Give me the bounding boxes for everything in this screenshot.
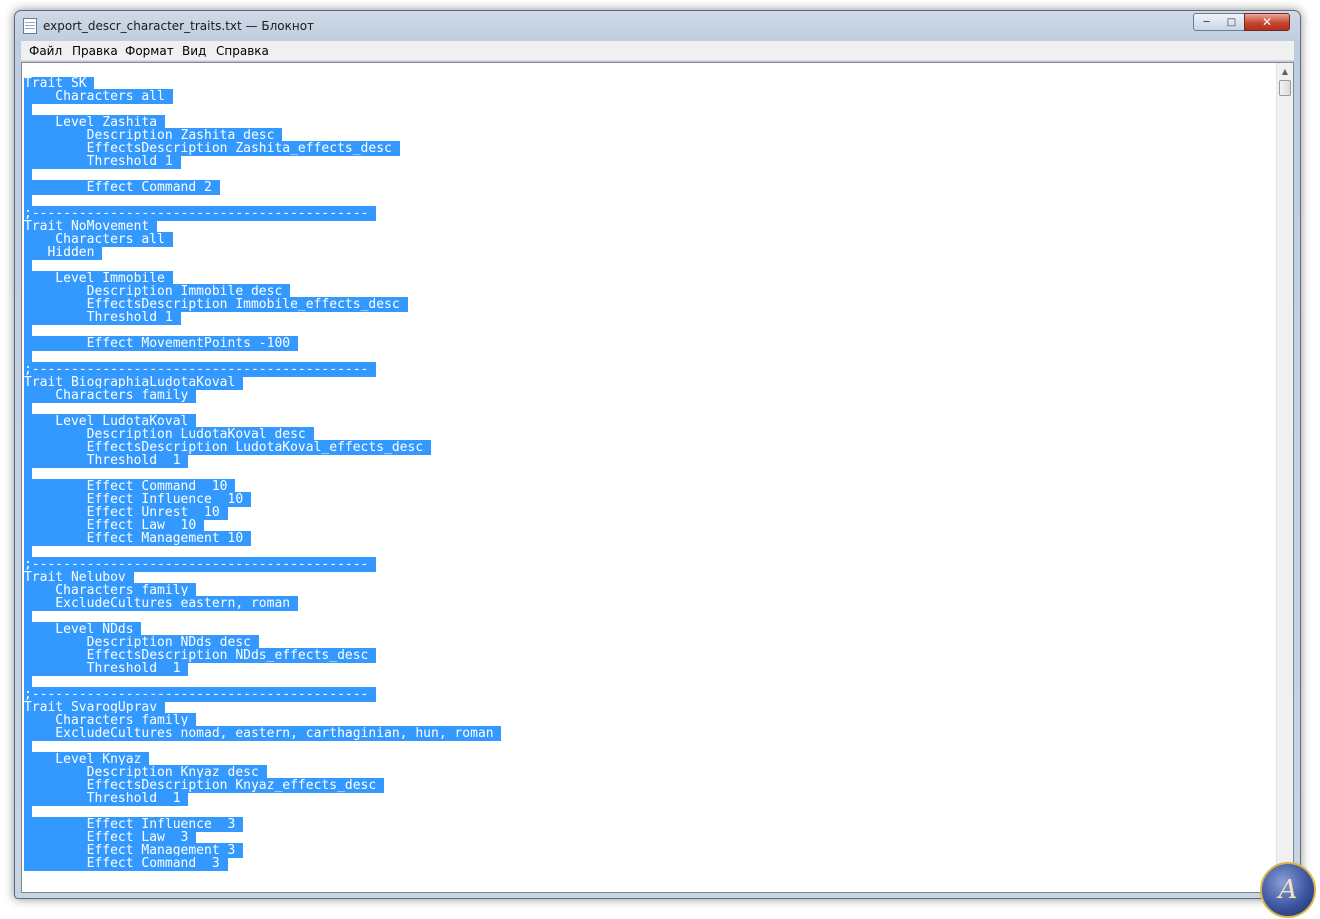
- text-line: Effect Command 3: [24, 856, 1273, 871]
- selected-newline: [243, 492, 251, 507]
- selected-text: Characters all: [24, 89, 165, 104]
- selected-text: Effect Management 10: [24, 531, 244, 546]
- text-line: EffectsDescription Immobile_effects_desc: [24, 297, 1273, 312]
- text-line: Threshold 1: [24, 154, 1273, 169]
- selected-newline: [180, 453, 189, 468]
- menu-help[interactable]: Справка: [216, 44, 269, 58]
- text-line: ExcludeCultures eastern, roman: [24, 596, 1273, 611]
- close-button[interactable]: ✕: [1244, 13, 1290, 31]
- laurel-emblem-icon: A: [1260, 862, 1316, 918]
- selected-text: Effect Command 2: [24, 180, 212, 195]
- selected-newline: [211, 180, 220, 195]
- selected-text: Characters family: [24, 388, 189, 403]
- selected-text: Threshold 1: [24, 310, 173, 325]
- window-title: export_descr_character_traits.txt — Блок…: [43, 19, 315, 33]
- text-line: Trait SvarogUprav: [24, 700, 1273, 715]
- scroll-up-arrow-icon[interactable]: ▲: [1277, 63, 1293, 80]
- selected-newline: [290, 336, 298, 351]
- title-bar[interactable]: export_descr_character_traits.txt — Блок…: [15, 11, 1300, 41]
- selected-newline: [235, 843, 244, 858]
- text-line: ;---------------------------------------…: [24, 557, 1273, 572]
- text-line: [24, 102, 1273, 117]
- selected-text: Threshold 1: [24, 453, 181, 468]
- selected-newline: [391, 141, 400, 156]
- selected-newline: [172, 154, 181, 169]
- selected-newline: [290, 596, 298, 611]
- selected-newline: [423, 440, 431, 455]
- notepad-icon[interactable]: [23, 18, 37, 34]
- menu-file[interactable]: Файл: [29, 44, 62, 58]
- selected-newline: [219, 505, 228, 520]
- text-line: Threshold 1: [24, 661, 1273, 676]
- text-line: Trait SK: [24, 77, 1273, 91]
- text-line: Hidden: [24, 245, 1273, 260]
- text-line: Characters all: [24, 232, 1273, 247]
- notepad-window: export_descr_character_traits.txt — Блок…: [14, 10, 1301, 899]
- text-line: Trait NoMovement: [24, 219, 1273, 234]
- scroll-thumb[interactable]: [1279, 80, 1291, 96]
- text-line: Effect MovementPoints -100: [24, 336, 1273, 351]
- text-content[interactable]: Trait SK Characters all Level Zashita De…: [24, 77, 1273, 892]
- selected-newline: [368, 557, 377, 572]
- text-line: EffectsDescription LudotaKoval_effects_d…: [24, 440, 1273, 455]
- selected-newline: [164, 89, 173, 104]
- menu-view[interactable]: Вид: [182, 44, 206, 58]
- minimize-button[interactable]: ─: [1193, 13, 1220, 31]
- text-line: Trait Nelubov: [24, 570, 1273, 585]
- text-line: EffectsDescription Zashita_effects_desc: [24, 141, 1273, 156]
- text-line: ;---------------------------------------…: [24, 687, 1273, 702]
- text-line: Threshold 1: [24, 791, 1273, 806]
- menu-edit[interactable]: Правка: [72, 44, 118, 58]
- text-line: Characters family: [24, 388, 1273, 403]
- emblem-letter: A: [1278, 875, 1298, 905]
- text-line: Trait BiographiaLudotaKoval: [24, 375, 1273, 390]
- selected-newline: [376, 778, 385, 793]
- selected-text: Threshold 1: [24, 661, 181, 676]
- selected-text: Threshold 1: [24, 154, 173, 169]
- selected-text: Threshold 1: [24, 791, 181, 806]
- selected-newline: [368, 362, 377, 377]
- selected-newline: [172, 310, 181, 325]
- selected-text: Effect MovementPoints -100: [24, 336, 291, 351]
- selected-newline: [180, 661, 189, 676]
- text-line: ExcludeCultures nomad, eastern, carthagi…: [24, 726, 1273, 741]
- selected-text: Effect Command 3: [24, 856, 220, 871]
- text-line: EffectsDescription NDds_effects_desc: [24, 648, 1273, 663]
- selected-text: ExcludeCultures eastern, roman: [24, 596, 291, 611]
- selected-newline: [94, 245, 103, 260]
- text-line: EffectsDescription Knyaz_effects_desc: [24, 778, 1273, 793]
- selected-text: Hidden: [24, 245, 95, 260]
- maximize-button[interactable]: □: [1219, 13, 1245, 31]
- selected-newline: [368, 648, 377, 663]
- selected-newline: [188, 388, 197, 403]
- selected-newline: [399, 297, 408, 312]
- selected-newline: [493, 726, 502, 741]
- text-line: [24, 739, 1273, 754]
- text-line: Threshold 1: [24, 453, 1273, 468]
- text-line: Effect Management 10: [24, 531, 1273, 546]
- selected-newline: [368, 206, 377, 221]
- selected-newline: [235, 817, 244, 832]
- text-line: [24, 609, 1273, 624]
- text-line: Effect Unrest 10: [24, 505, 1273, 520]
- text-line: Threshold 1: [24, 310, 1273, 325]
- selected-newline: [219, 856, 228, 871]
- text-line: [24, 401, 1273, 416]
- menu-format[interactable]: Формат: [125, 44, 174, 58]
- selected-newline: [368, 687, 377, 702]
- selected-newline: [243, 531, 251, 546]
- text-line: Characters all: [24, 89, 1273, 104]
- text-line: Effect Influence 3: [24, 817, 1273, 832]
- selected-newline: [164, 232, 173, 247]
- selected-newline: [180, 791, 189, 806]
- selected-text: ExcludeCultures nomad, eastern, carthagi…: [24, 726, 494, 741]
- text-line: Effect Command 2: [24, 180, 1273, 195]
- selected-newline: [235, 375, 244, 390]
- menu-bar: Файл Правка Формат Вид Справка: [21, 41, 1294, 61]
- text-editor[interactable]: Trait SK Characters all Level Zashita De…: [21, 62, 1294, 893]
- vertical-scrollbar[interactable]: ▲: [1276, 63, 1293, 892]
- text-line: ;---------------------------------------…: [24, 206, 1273, 221]
- text-line: [24, 258, 1273, 273]
